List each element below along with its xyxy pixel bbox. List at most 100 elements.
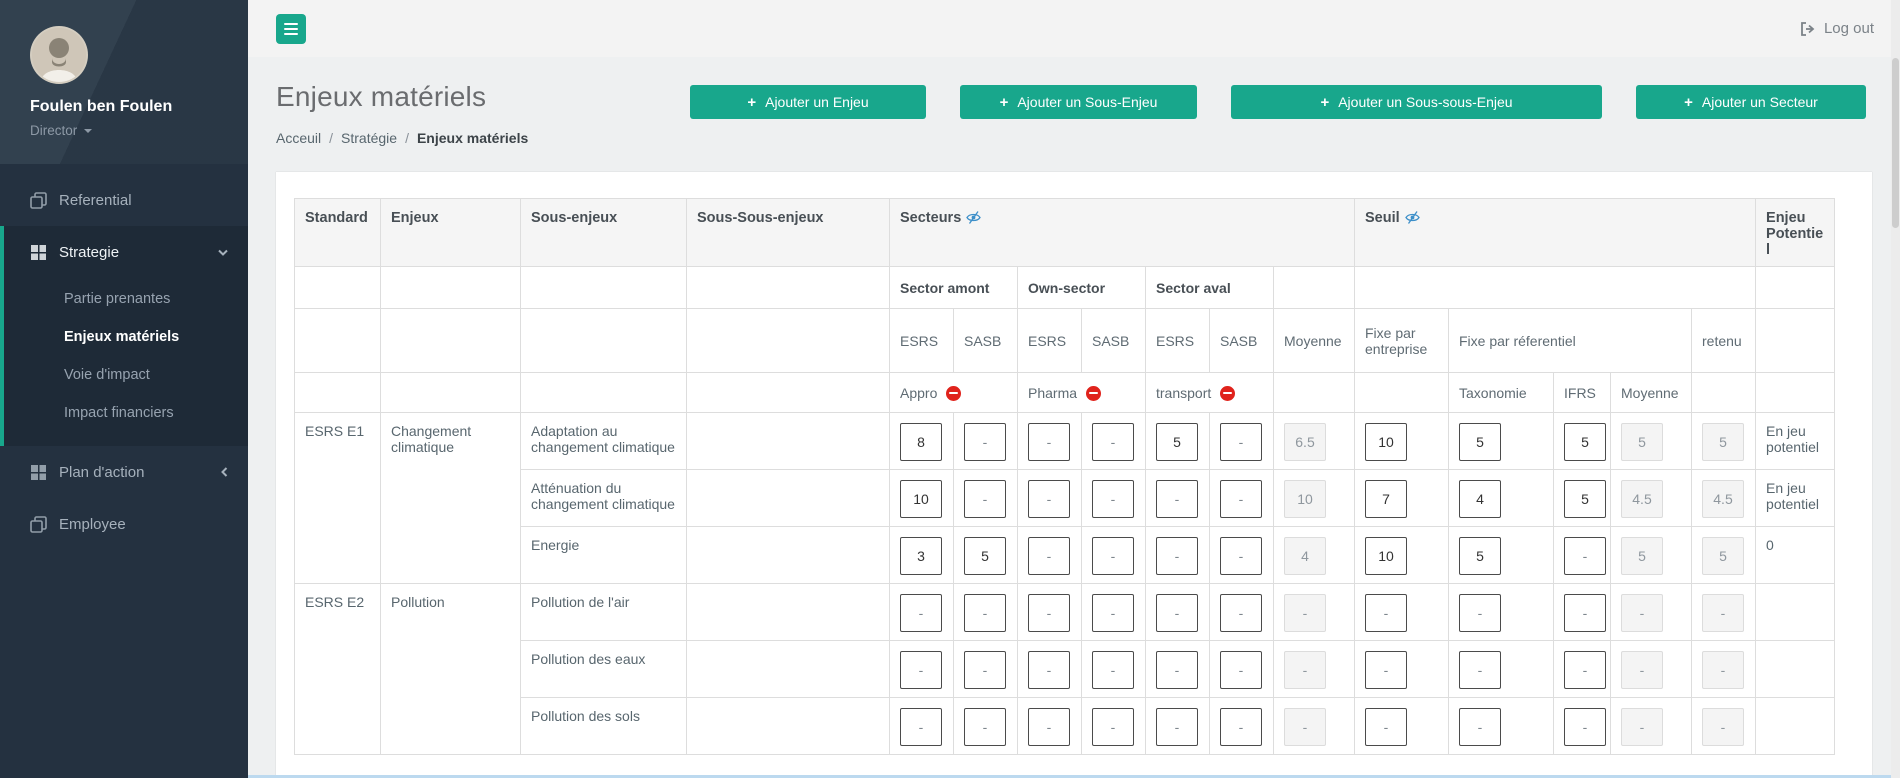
score-input[interactable] (1365, 480, 1407, 518)
value-cell (1692, 641, 1756, 698)
score-input[interactable] (1156, 651, 1198, 689)
score-input[interactable] (1092, 423, 1134, 461)
score-input[interactable] (1156, 480, 1198, 518)
col-header-secteurs: Secteurs (890, 199, 1355, 267)
remove-sector-icon[interactable] (1086, 386, 1101, 401)
value-cell (1611, 527, 1692, 584)
score-input[interactable] (1564, 651, 1606, 689)
add-enjeu-button[interactable]: + Ajouter un Enjeu (690, 85, 926, 119)
value-cell (1355, 527, 1449, 584)
user-role-dropdown[interactable]: Director (30, 123, 248, 138)
score-input[interactable] (900, 651, 942, 689)
sidebar-item-referential[interactable]: Referential (0, 174, 248, 226)
score-input (1621, 423, 1663, 461)
score-input[interactable] (1156, 708, 1198, 746)
score-input[interactable] (1220, 423, 1262, 461)
sidebar-item-employee[interactable]: Employee (0, 498, 248, 550)
table-row: Pollution des eaux (295, 641, 1835, 698)
col-header-esrs: ESRS (1018, 309, 1082, 373)
enjeu-cell: Pollution (381, 584, 521, 755)
score-input[interactable] (1092, 594, 1134, 632)
score-input[interactable] (900, 708, 942, 746)
scrollbar-thumb[interactable] (1892, 58, 1899, 228)
score-input[interactable] (1156, 594, 1198, 632)
score-input[interactable] (1459, 537, 1501, 575)
score-input (1621, 537, 1663, 575)
score-input[interactable] (900, 423, 942, 461)
breadcrumb-home[interactable]: Acceuil (276, 130, 321, 146)
add-sous-sous-enjeu-button[interactable]: + Ajouter un Sous-sous-Enjeu (1231, 85, 1602, 119)
sidebar-item-enjeux-materiels[interactable]: Enjeux matériels (4, 318, 248, 356)
value-cell (1449, 470, 1554, 527)
score-input[interactable] (1092, 480, 1134, 518)
score-input[interactable] (1092, 651, 1134, 689)
score-input[interactable] (900, 537, 942, 575)
value-cell (890, 698, 954, 755)
breadcrumb-strategie[interactable]: Stratégie (341, 130, 397, 146)
logout-button[interactable]: Log out (1799, 20, 1874, 37)
score-input[interactable] (1028, 423, 1070, 461)
value-cell (1554, 584, 1611, 641)
score-input[interactable] (1564, 537, 1606, 575)
score-input[interactable] (1564, 423, 1606, 461)
score-input[interactable] (1365, 651, 1407, 689)
score-input[interactable] (900, 480, 942, 518)
score-input[interactable] (964, 708, 1006, 746)
col-header-sous-enjeux: Sous-enjeux (521, 199, 687, 267)
score-input[interactable] (1220, 708, 1262, 746)
value-cell (1146, 584, 1210, 641)
score-input[interactable] (964, 537, 1006, 575)
score-input[interactable] (1564, 708, 1606, 746)
table-body: ESRS E1Changement climatiqueAdaptation a… (295, 413, 1835, 755)
score-input (1702, 651, 1744, 689)
value-cell (1274, 641, 1355, 698)
score-input[interactable] (1459, 651, 1501, 689)
remove-sector-icon[interactable] (1220, 386, 1235, 401)
sidebar-item-strategie[interactable]: Strategie (4, 226, 248, 278)
score-input[interactable] (1220, 480, 1262, 518)
score-input[interactable] (1156, 537, 1198, 575)
score-input[interactable] (1220, 594, 1262, 632)
sidebar-item-impact-financiers[interactable]: Impact financiers (4, 394, 248, 432)
score-input[interactable] (1028, 708, 1070, 746)
score-input[interactable] (1365, 537, 1407, 575)
add-secteur-button[interactable]: + Ajouter un Secteur (1636, 85, 1866, 119)
score-input[interactable] (1092, 537, 1134, 575)
score-input (1702, 594, 1744, 632)
score-input[interactable] (1365, 423, 1407, 461)
sidebar-item-voie-dimpact[interactable]: Voie d'impact (4, 356, 248, 394)
add-sous-enjeu-button[interactable]: + Ajouter un Sous-Enjeu (960, 85, 1197, 119)
score-input[interactable] (1564, 594, 1606, 632)
remove-sector-icon[interactable] (946, 386, 961, 401)
score-input[interactable] (900, 594, 942, 632)
score-input[interactable] (1564, 480, 1606, 518)
score-input[interactable] (1459, 480, 1501, 518)
score-input[interactable] (1220, 651, 1262, 689)
window-scrollbar[interactable] (1891, 0, 1900, 778)
score-input[interactable] (964, 594, 1006, 632)
sidebar-item-partie-prenantes[interactable]: Partie prenantes (4, 280, 248, 318)
table-row: Atténuation du changement climatiqueEn j… (295, 470, 1835, 527)
col-header-fixe-par-referentiel: Fixe par réferentiel (1449, 309, 1692, 373)
score-input[interactable] (1459, 423, 1501, 461)
menu-toggle-button[interactable] (276, 14, 306, 44)
eye-slash-icon[interactable] (1405, 211, 1420, 224)
sidebar-item-plan-daction[interactable]: Plan d'action (0, 446, 248, 498)
score-input[interactable] (1028, 537, 1070, 575)
score-input[interactable] (1156, 423, 1198, 461)
user-name: Foulen ben Foulen (30, 98, 248, 116)
score-input[interactable] (1092, 708, 1134, 746)
eye-slash-icon[interactable] (966, 211, 981, 224)
score-input[interactable] (1028, 651, 1070, 689)
score-input[interactable] (1365, 708, 1407, 746)
score-input[interactable] (1028, 594, 1070, 632)
score-input[interactable] (1028, 480, 1070, 518)
score-input[interactable] (1365, 594, 1407, 632)
score-input[interactable] (1220, 537, 1262, 575)
score-input[interactable] (964, 651, 1006, 689)
col-header-standard: Standard (295, 199, 381, 267)
score-input[interactable] (964, 423, 1006, 461)
score-input[interactable] (1459, 708, 1501, 746)
score-input[interactable] (964, 480, 1006, 518)
score-input[interactable] (1459, 594, 1501, 632)
